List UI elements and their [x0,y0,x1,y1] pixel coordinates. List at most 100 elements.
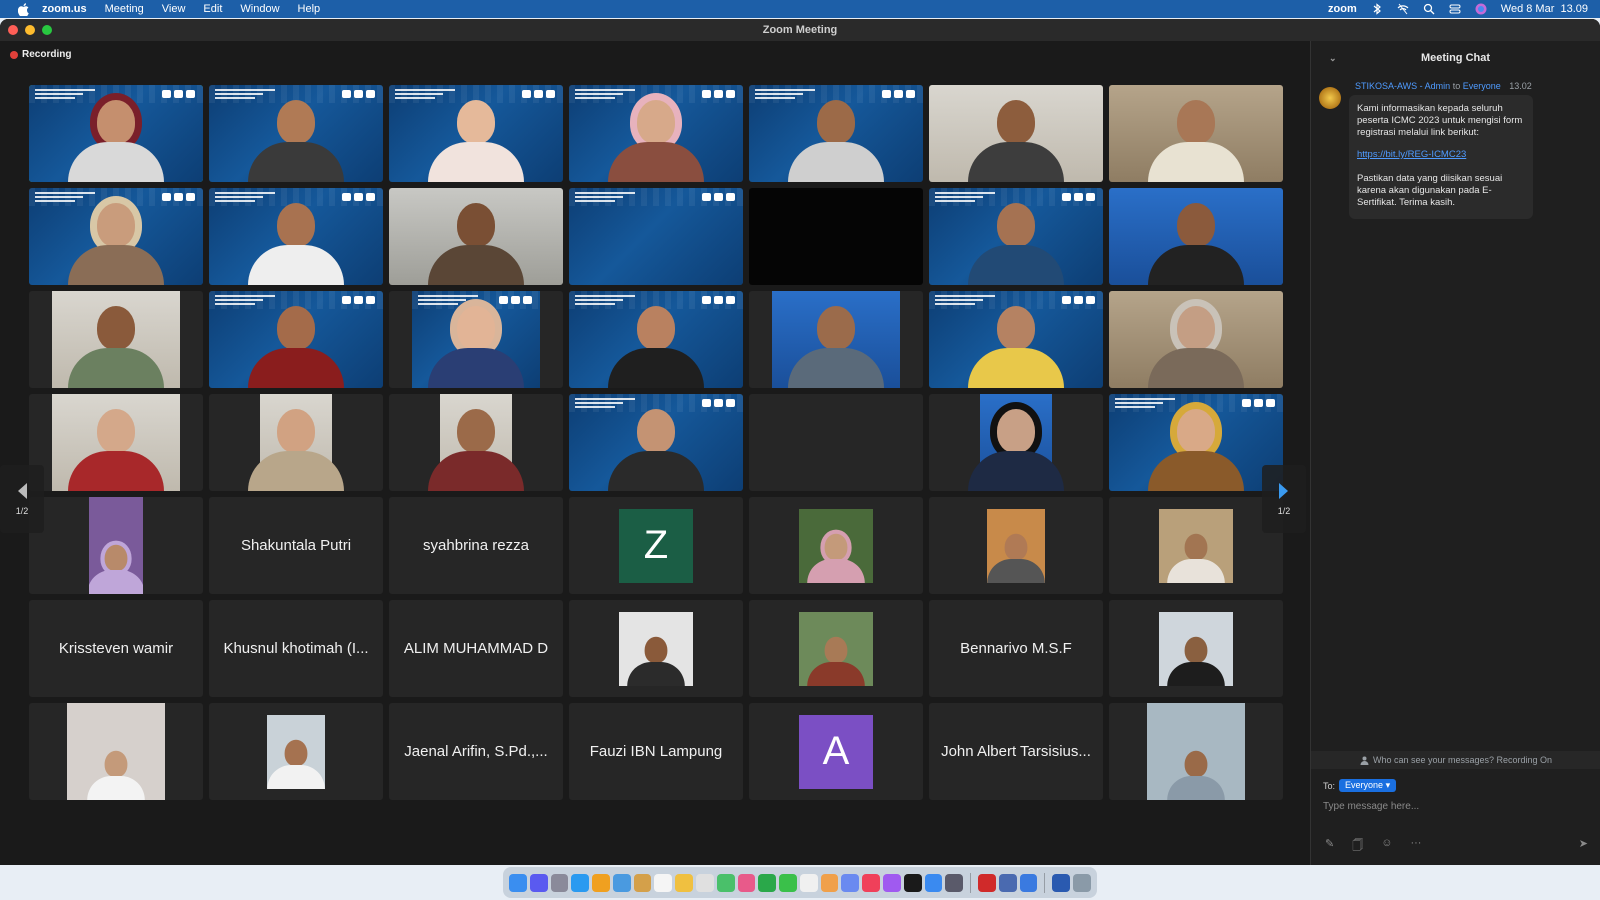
participant-tile[interactable] [929,497,1103,594]
search-icon[interactable] [1423,3,1435,15]
participant-tile[interactable] [209,394,383,491]
menu-window[interactable]: Window [240,3,279,15]
chat-privacy-notice[interactable]: Who can see your messages? Recording On [1311,751,1600,769]
dock-app-icon[interactable] [862,873,881,892]
menubar-clock[interactable]: Wed 8 Mar 13.09 [1501,3,1588,15]
participant-tile[interactable] [209,291,383,388]
participant-tile[interactable] [1109,394,1283,491]
dock-app-icon[interactable] [508,873,527,892]
participant-tile[interactable] [1109,85,1283,182]
dock-app-icon[interactable] [1019,873,1038,892]
participant-tile[interactable] [929,85,1103,182]
previous-page-button[interactable]: 1/2 [0,465,44,533]
chat-message-input[interactable] [1323,797,1583,815]
dock-app-icon[interactable] [571,873,590,892]
emoji-icon[interactable]: ☺ [1381,837,1392,856]
dock-app-icon[interactable] [675,873,693,892]
participant-tile[interactable] [29,85,203,182]
menu-help[interactable]: Help [298,3,321,15]
participant-tile[interactable] [389,188,563,285]
dock-app-icon[interactable] [841,873,860,892]
participant-tile[interactable]: Z [569,497,743,594]
participant-tile[interactable]: Krissteven wamir [29,600,203,697]
dock-app-icon[interactable] [883,873,901,892]
dock-app-icon[interactable] [998,873,1017,892]
participant-tile[interactable] [749,497,923,594]
participant-tile[interactable]: A [749,703,923,800]
participant-tile[interactable] [929,291,1103,388]
participant-tile[interactable] [569,600,743,697]
participant-tile[interactable] [29,291,203,388]
participant-tile[interactable] [749,291,923,388]
participant-tile[interactable] [209,188,383,285]
menu-view[interactable]: View [162,3,186,15]
participant-tile[interactable]: John Albert Tarsisius... [929,703,1103,800]
maximize-window-button[interactable] [42,25,52,35]
more-options-icon[interactable]: ··· [1410,837,1421,856]
participant-tile[interactable]: Jaenal Arifin, S.Pd.,... [389,703,563,800]
dock-app-icon[interactable] [696,873,714,892]
participant-tile[interactable] [929,188,1103,285]
menu-edit[interactable]: Edit [203,3,222,15]
participant-tile[interactable] [29,394,203,491]
dock-app-icon[interactable] [758,873,777,892]
participant-tile[interactable] [1109,188,1283,285]
participant-tile[interactable] [749,188,923,285]
dock-app-icon[interactable] [820,873,839,892]
dock-app-icon[interactable] [592,873,610,892]
dock-app-icon[interactable] [633,873,652,892]
participant-tile[interactable] [209,703,383,800]
dock-app-icon[interactable] [945,873,964,892]
participant-tile[interactable] [569,291,743,388]
dock-app-icon[interactable] [612,873,631,892]
dock-app-icon[interactable] [716,873,735,892]
dock-app-icon[interactable] [924,873,943,892]
dock-app-icon[interactable] [1052,873,1071,892]
participant-tile[interactable] [1109,600,1283,697]
participant-tile[interactable] [389,291,563,388]
participant-tile[interactable]: Fauzi IBN Lampung [569,703,743,800]
siri-icon[interactable] [1475,3,1487,15]
menu-app-name[interactable]: zoom.us [42,3,87,15]
participant-tile[interactable] [569,188,743,285]
participant-tile[interactable] [29,188,203,285]
dock-app-icon[interactable] [779,873,797,892]
next-page-button[interactable]: 1/2 [1262,465,1306,533]
collapse-chevron-icon[interactable]: ⌄ [1329,53,1337,64]
dock-app-icon[interactable] [799,873,818,892]
participant-tile[interactable]: syahbrina rezza [389,497,563,594]
participant-tile[interactable]: Khusnul khotimah (I... [209,600,383,697]
participant-tile[interactable] [389,394,563,491]
participant-tile[interactable] [749,600,923,697]
menu-meeting[interactable]: Meeting [105,3,144,15]
message-sender[interactable]: STIKOSA-AWS - Admin [1355,81,1450,91]
dock-app-icon[interactable] [550,873,569,892]
participant-tile[interactable] [209,85,383,182]
participant-tile[interactable] [29,497,203,594]
participant-tile[interactable] [569,85,743,182]
send-icon[interactable]: ➤ [1579,837,1588,850]
participant-tile[interactable] [929,394,1103,491]
format-text-icon[interactable]: ✎ [1325,837,1334,856]
participant-tile[interactable] [1109,703,1283,800]
attach-file-icon[interactable]: 🗍 [1352,837,1363,856]
participant-tile[interactable]: Shakuntala Putri [209,497,383,594]
close-window-button[interactable] [8,25,18,35]
dock-app-icon[interactable] [978,873,996,892]
participant-tile[interactable] [749,85,923,182]
bluetooth-icon[interactable] [1371,3,1383,15]
recording-indicator[interactable]: Recording [10,49,71,60]
registration-link[interactable]: https://bit.ly/REG-ICMC23 [1357,149,1525,161]
participant-tile[interactable]: ALIM MUHAMMAD D [389,600,563,697]
participant-tile[interactable] [29,703,203,800]
dock-app-icon[interactable] [903,873,922,892]
recipient-dropdown[interactable]: Everyone ▾ [1339,779,1397,792]
participant-tile[interactable] [1109,291,1283,388]
participant-tile[interactable]: Bennarivo M.S.F [929,600,1103,697]
zoom-status-item[interactable]: zoom [1328,3,1357,15]
wifi-off-icon[interactable] [1397,3,1409,15]
dock-app-icon[interactable] [654,873,673,892]
participant-tile[interactable] [569,394,743,491]
control-center-icon[interactable] [1449,3,1461,15]
participant-tile[interactable] [389,85,563,182]
